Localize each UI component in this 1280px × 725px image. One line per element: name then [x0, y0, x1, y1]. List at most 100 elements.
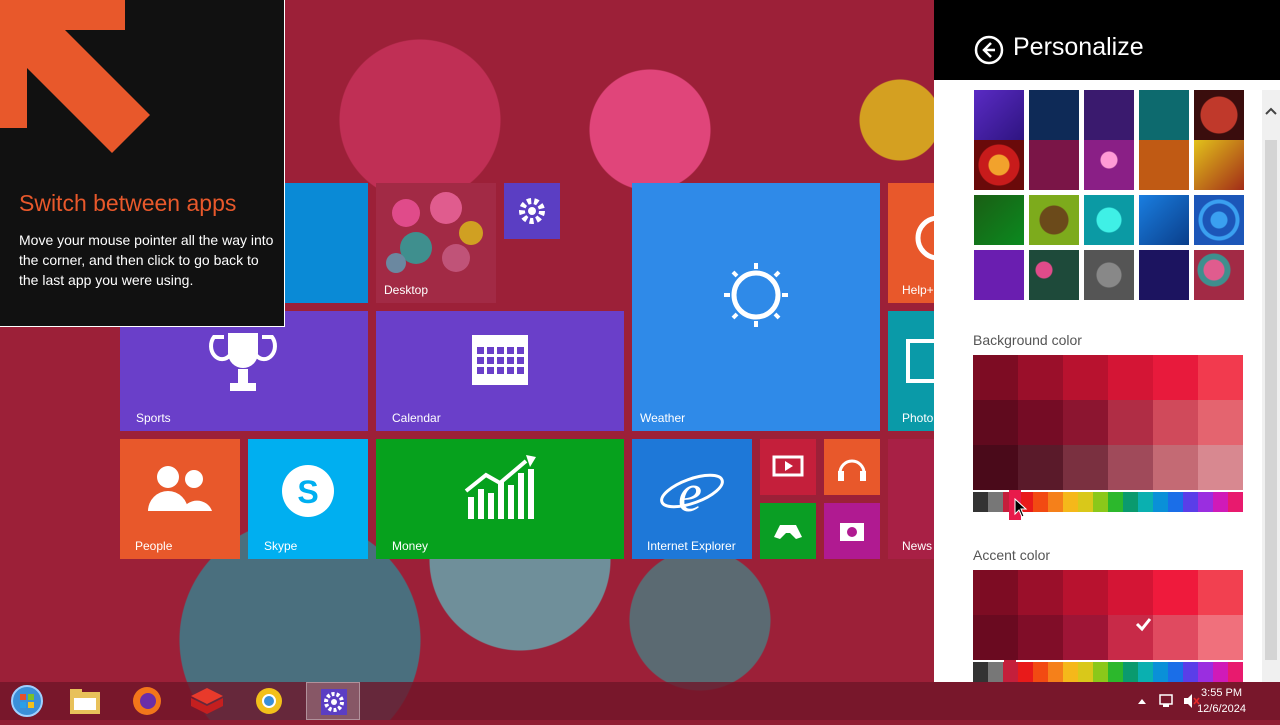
tile-music[interactable]	[824, 439, 880, 495]
svg-text:e: e	[678, 463, 702, 523]
tile-money[interactable]: Money	[376, 439, 624, 559]
tile-weather[interactable]: Weather	[632, 183, 880, 431]
color-swatch[interactable]	[973, 355, 1018, 400]
pattern-thumb[interactable]	[1029, 195, 1079, 245]
arrow-up-left-icon	[0, 0, 150, 153]
tile-money-label: Money	[392, 539, 429, 553]
taskbar-app-red[interactable]	[180, 682, 234, 720]
pattern-thumb[interactable]	[1194, 195, 1244, 245]
mouse-cursor-icon	[1014, 498, 1028, 518]
tile-internet-explorer[interactable]: e Internet Explorer	[632, 439, 752, 559]
color-swatch[interactable]	[1153, 570, 1198, 615]
network-icon[interactable]	[1157, 682, 1177, 720]
color-swatch-selected[interactable]	[1108, 615, 1153, 660]
taskbar-file-explorer[interactable]	[58, 682, 112, 720]
pattern-thumb[interactable]	[1194, 140, 1244, 190]
taskbar-settings[interactable]	[306, 682, 360, 720]
color-swatch[interactable]	[973, 615, 1018, 660]
pattern-thumb[interactable]	[1139, 90, 1189, 140]
pattern-thumb[interactable]	[974, 90, 1024, 140]
gear-icon	[519, 198, 545, 224]
color-swatch[interactable]	[1153, 615, 1198, 660]
tile-photos[interactable]: Photo	[888, 311, 934, 431]
tile-desktop[interactable]: Desktop	[376, 183, 496, 303]
color-swatch[interactable]	[1018, 400, 1063, 445]
color-swatch[interactable]	[973, 400, 1018, 445]
color-swatch[interactable]	[1108, 445, 1153, 490]
pattern-thumb[interactable]	[1084, 140, 1134, 190]
tooltip-body: Move your mouse pointer all the way into…	[19, 232, 274, 288]
tray-overflow-icon[interactable]	[1135, 682, 1149, 720]
accent-hue-thumb[interactable]	[1004, 660, 1016, 682]
pattern-thumb[interactable]	[1084, 250, 1134, 300]
taskbar-clock[interactable]: 3:55 PM 12/6/2024	[1197, 685, 1246, 717]
taskbar	[0, 682, 1280, 720]
tooltip-title: Switch between apps	[19, 190, 237, 216]
scroll-up-icon	[1265, 107, 1277, 115]
pattern-thumb[interactable]	[1084, 90, 1134, 140]
color-swatch[interactable]	[1198, 615, 1243, 660]
pattern-thumb[interactable]	[1194, 250, 1244, 300]
tile-weather-label: Weather	[640, 411, 686, 425]
color-swatch[interactable]	[1198, 355, 1243, 400]
camera-icon	[840, 523, 864, 541]
tile-skype[interactable]: S Skype	[248, 439, 368, 559]
pattern-thumb[interactable]	[974, 195, 1024, 245]
tile-camera[interactable]	[824, 503, 880, 559]
start-button[interactable]	[0, 682, 54, 720]
scroll-thumb[interactable]	[1265, 140, 1277, 660]
taskbar-chrome[interactable]	[242, 682, 296, 720]
tile-games[interactable]	[760, 503, 816, 559]
color-swatch[interactable]	[973, 445, 1018, 490]
taskbar-firefox[interactable]	[120, 682, 174, 720]
pattern-thumb[interactable]	[1139, 140, 1189, 190]
color-swatch[interactable]	[1198, 400, 1243, 445]
color-swatch[interactable]	[1018, 445, 1063, 490]
color-swatch[interactable]	[1153, 355, 1198, 400]
color-swatch[interactable]	[1018, 570, 1063, 615]
color-swatch[interactable]	[1018, 355, 1063, 400]
tile-calendar[interactable]: Calendar	[376, 311, 624, 431]
back-arrow-icon[interactable]	[974, 35, 1004, 65]
gear-icon	[321, 689, 347, 715]
headphones-icon	[838, 459, 866, 481]
tile-settings-small[interactable]	[504, 183, 560, 239]
pattern-thumb[interactable]	[974, 140, 1024, 190]
pattern-thumb[interactable]	[1084, 195, 1134, 245]
tile-help[interactable]: Help+	[888, 183, 934, 303]
tile-sports[interactable]: Sports	[120, 311, 368, 431]
folder-icon	[70, 689, 100, 714]
color-swatch[interactable]	[1018, 615, 1063, 660]
pattern-thumb[interactable]	[1029, 90, 1079, 140]
color-swatch[interactable]	[1108, 400, 1153, 445]
pattern-thumb[interactable]	[1194, 90, 1244, 140]
windows-orb-icon	[11, 685, 43, 717]
pattern-thumb[interactable]	[974, 250, 1024, 300]
pattern-thumb[interactable]	[1139, 250, 1189, 300]
tile-video[interactable]	[760, 439, 816, 495]
tile-news[interactable]: News	[888, 439, 934, 559]
color-swatch[interactable]	[1063, 445, 1108, 490]
tile-people[interactable]: People	[120, 439, 240, 559]
switch-apps-tooltip: Switch between apps Move your mouse poin…	[0, 0, 285, 327]
tile-skype-label: Skype	[264, 539, 298, 553]
color-swatch[interactable]	[1063, 570, 1108, 615]
tile-sports-label: Sports	[136, 411, 171, 425]
color-swatch[interactable]	[1198, 570, 1243, 615]
pattern-thumb[interactable]	[1029, 140, 1079, 190]
color-swatch[interactable]	[973, 570, 1018, 615]
tile-blue-partial[interactable]	[285, 183, 368, 303]
color-swatch[interactable]	[1153, 400, 1198, 445]
firefox-icon	[133, 687, 161, 715]
color-swatch[interactable]	[1063, 615, 1108, 660]
checkmark-icon	[1135, 618, 1152, 632]
color-swatch[interactable]	[1063, 355, 1108, 400]
color-swatch[interactable]	[1198, 445, 1243, 490]
sun-icon	[724, 263, 788, 327]
panel-scrollbar[interactable]	[1262, 90, 1280, 682]
color-swatch[interactable]	[1153, 445, 1198, 490]
pattern-thumb[interactable]	[1139, 195, 1189, 245]
color-swatch[interactable]	[1063, 400, 1108, 445]
color-swatch[interactable]	[1108, 355, 1153, 400]
pattern-thumb[interactable]	[1029, 250, 1079, 300]
